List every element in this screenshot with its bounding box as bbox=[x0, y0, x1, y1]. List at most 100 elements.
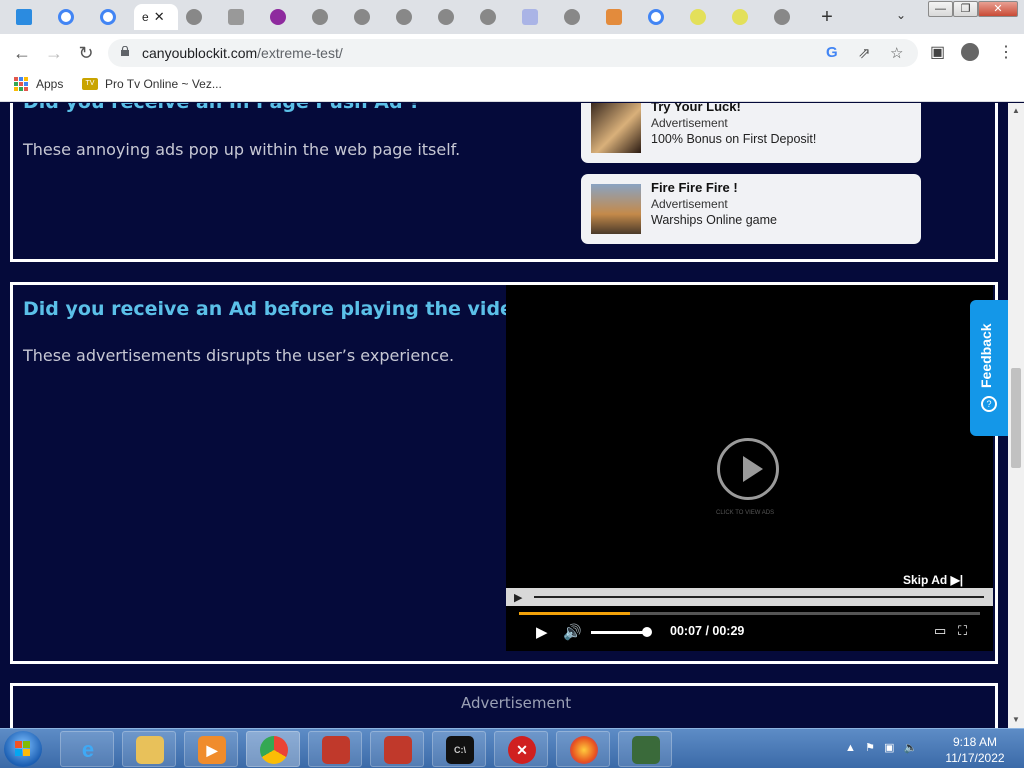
tab[interactable] bbox=[430, 4, 472, 30]
taskbar-explorer[interactable] bbox=[122, 731, 176, 767]
tab-active[interactable]: e ✕ bbox=[134, 4, 178, 30]
lock-icon bbox=[121, 46, 129, 56]
globe-icon bbox=[480, 9, 496, 25]
tab[interactable] bbox=[724, 4, 766, 30]
tab[interactable] bbox=[598, 4, 640, 30]
globe-icon bbox=[312, 9, 328, 25]
volume-icon[interactable]: 🔊 bbox=[563, 623, 582, 641]
taskbar-ie[interactable]: e bbox=[60, 731, 114, 767]
taskbar-app[interactable] bbox=[370, 731, 424, 767]
tab[interactable] bbox=[556, 4, 598, 30]
new-tab-button[interactable]: + bbox=[816, 6, 838, 28]
media-player-icon: ▶ bbox=[198, 736, 226, 764]
ad-sub: Advertisement bbox=[651, 116, 728, 130]
ad-play-icon[interactable]: ▶ bbox=[514, 591, 522, 604]
tab[interactable] bbox=[388, 4, 430, 30]
tab[interactable] bbox=[346, 4, 388, 30]
ad-thumbnail bbox=[591, 184, 641, 234]
close-tab-icon[interactable]: ✕ bbox=[154, 9, 165, 25]
scrollbar-thumb[interactable] bbox=[1011, 368, 1021, 468]
theater-mode-icon[interactable]: ▭ bbox=[934, 623, 946, 639]
tab[interactable] bbox=[220, 4, 262, 30]
taskbar-monitor[interactable] bbox=[618, 731, 672, 767]
maximize-button[interactable]: ❐ bbox=[953, 1, 978, 17]
url-host: canyoublockit.com bbox=[142, 45, 258, 61]
url-path: /extreme-test/ bbox=[257, 45, 343, 61]
clock-date: 11/17/2022 bbox=[945, 751, 1005, 765]
network-icon[interactable]: ▣ bbox=[884, 742, 894, 754]
volume-slider[interactable] bbox=[591, 627, 652, 637]
menu-kebab-icon[interactable]: ⋮ bbox=[998, 42, 1014, 62]
profile-avatar-icon[interactable] bbox=[961, 43, 979, 61]
start-button[interactable] bbox=[4, 731, 42, 767]
taskbar-media[interactable]: ▶ bbox=[184, 731, 238, 767]
taskbar-firefox[interactable] bbox=[556, 731, 610, 767]
play-icon[interactable]: ▶ bbox=[536, 623, 548, 641]
fullscreen-icon[interactable]: ⛶ bbox=[958, 623, 967, 639]
taskbar-chrome[interactable] bbox=[246, 731, 300, 767]
tab[interactable] bbox=[472, 4, 514, 30]
push-ad-card[interactable]: Fire Fire Fire ! Advertisement Warships … bbox=[581, 174, 921, 244]
taskbar-error-app[interactable]: ✕ bbox=[494, 731, 548, 767]
bookmark-apps[interactable]: Apps bbox=[14, 77, 63, 91]
scroll-up-icon[interactable]: ▲ bbox=[1012, 106, 1020, 115]
minimize-button[interactable]: — bbox=[928, 1, 953, 17]
feedback-chat-icon: ? bbox=[981, 396, 997, 412]
google-lens-icon[interactable]: G bbox=[826, 44, 838, 61]
system-tray[interactable]: ▲ ⚑ ▣ 🔈 bbox=[845, 741, 917, 754]
tab[interactable] bbox=[766, 4, 808, 30]
reload-icon[interactable]: ↻ bbox=[74, 41, 98, 65]
taskbar-clock[interactable]: 9:18 AM 11/17/2022 bbox=[940, 734, 1010, 766]
bookmark-pro-tv[interactable]: TV Pro Tv Online ~ Vez... bbox=[82, 77, 222, 91]
back-icon[interactable]: ← bbox=[10, 41, 34, 65]
action-center-icon[interactable]: ⚑ bbox=[865, 742, 875, 754]
internet-explorer-icon: e bbox=[81, 737, 95, 762]
share-icon[interactable]: ⇗ bbox=[858, 44, 871, 62]
site-icon bbox=[270, 9, 286, 25]
ad-seek-bar[interactable]: ▶ bbox=[506, 588, 993, 606]
tv-icon: TV bbox=[82, 78, 98, 90]
tab[interactable] bbox=[262, 4, 304, 30]
tab[interactable] bbox=[640, 4, 682, 30]
chrome-icon bbox=[260, 736, 288, 764]
taskbar-app[interactable] bbox=[308, 731, 362, 767]
tab[interactable] bbox=[514, 4, 556, 30]
folder-icon bbox=[136, 736, 164, 764]
scroll-down-icon[interactable]: ▼ bbox=[1012, 715, 1020, 724]
page-scrollbar[interactable]: ▲ ▼ bbox=[1008, 103, 1024, 728]
play-overlay-icon[interactable] bbox=[717, 438, 779, 500]
advertisement-label: Advertisement bbox=[461, 694, 572, 712]
url-text: canyoublockit.com/extreme-test/ bbox=[142, 45, 343, 61]
skip-ad-button[interactable]: Skip Ad ▶| bbox=[903, 573, 963, 587]
site-icon bbox=[606, 9, 622, 25]
speaker-icon[interactable]: 🔈 bbox=[904, 742, 918, 754]
show-hidden-icons[interactable]: ▲ bbox=[845, 742, 856, 754]
tab[interactable] bbox=[682, 4, 724, 30]
video-time: 00:07 / 00:29 bbox=[670, 624, 745, 638]
tab[interactable] bbox=[178, 4, 220, 30]
tab[interactable] bbox=[50, 4, 92, 30]
globe-icon bbox=[354, 9, 370, 25]
tab[interactable] bbox=[304, 4, 346, 30]
ad-text: Warships Online game bbox=[651, 213, 777, 227]
address-bar[interactable]: canyoublockit.com/extreme-test/ G ⇗ ☆ bbox=[108, 39, 918, 67]
tab[interactable] bbox=[8, 4, 50, 30]
taskbar-cmd[interactable]: C:\ bbox=[432, 731, 486, 767]
video-player[interactable]: CLICK TO VIEW ADS Skip Ad ▶| ▶ ▶ 🔊 00:07… bbox=[506, 285, 993, 651]
error-x-icon: ✕ bbox=[508, 736, 536, 764]
close-window-button[interactable]: ✕ bbox=[978, 1, 1018, 17]
bookmark-star-icon[interactable]: ☆ bbox=[890, 44, 903, 62]
side-panel-icon[interactable]: ▣ bbox=[930, 42, 945, 62]
tab[interactable] bbox=[92, 4, 134, 30]
ad-title: Fire Fire Fire ! bbox=[651, 180, 738, 195]
ad-thumbnail bbox=[591, 103, 641, 153]
feedback-button[interactable]: Feedback ? bbox=[970, 300, 1008, 436]
forward-icon[interactable]: → bbox=[42, 41, 66, 65]
feedback-label: Feedback bbox=[978, 323, 994, 388]
push-ad-card[interactable]: Try Your Luck! Advertisement 100% Bonus … bbox=[581, 103, 921, 163]
tab-search-button[interactable]: ⌄ bbox=[896, 8, 906, 22]
globe-icon bbox=[564, 9, 580, 25]
volume-knob[interactable] bbox=[642, 627, 652, 637]
video-progress-bar[interactable] bbox=[519, 612, 980, 615]
section-description: These advertisements disrupts the user’s… bbox=[23, 346, 455, 365]
